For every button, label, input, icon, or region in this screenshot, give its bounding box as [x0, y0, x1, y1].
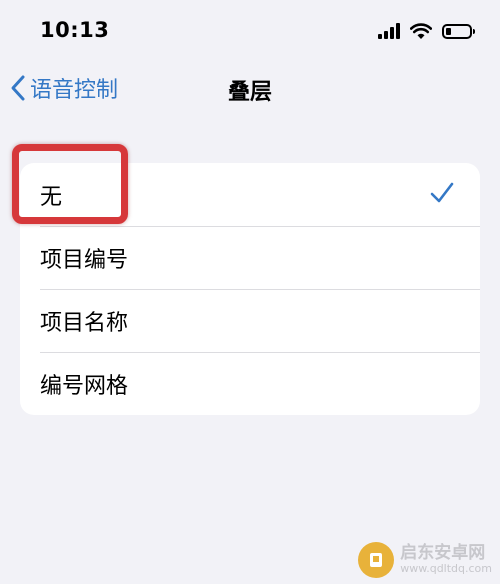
wifi-icon: [410, 22, 432, 39]
list-item-label: 编号网格: [40, 373, 129, 399]
watermark-url: www.qdltdq.com: [400, 562, 492, 576]
cellular-signal-icon: [378, 23, 400, 39]
list-item-item-numbers[interactable]: 项目编号: [20, 226, 480, 289]
status-time: 10:13: [40, 18, 110, 42]
battery-icon: [442, 23, 475, 39]
status-icons: [378, 20, 475, 42]
list-item-label: 项目编号: [40, 247, 129, 273]
watermark-name: 启东安卓网: [400, 543, 486, 564]
navigation-bar: 语音控制 叠层: [0, 64, 500, 114]
checkmark-icon: [430, 182, 454, 203]
watermark-logo-icon: [358, 542, 395, 578]
watermark: 启东安卓网 www.qdltdq.com: [358, 542, 492, 578]
annotation-highlight-box: [12, 144, 128, 224]
list-item-item-names[interactable]: 项目名称: [20, 289, 480, 352]
page-title: 叠层: [227, 80, 272, 105]
list-item-label: 项目名称: [40, 310, 129, 336]
list-item-numbered-grid[interactable]: 编号网格: [20, 352, 480, 415]
status-bar: 10:13: [0, 0, 500, 64]
